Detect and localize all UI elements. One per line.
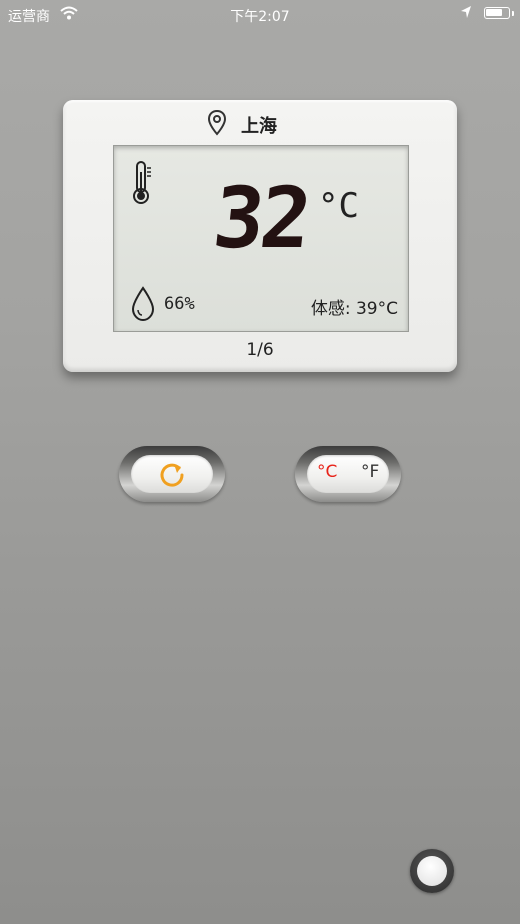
temperature-unit: °C [318, 186, 359, 226]
fahrenheit-option[interactable]: °F [361, 462, 379, 482]
battery-icon [484, 7, 510, 19]
refresh-button[interactable] [119, 446, 225, 502]
water-drop-icon [131, 286, 155, 322]
refresh-icon [160, 463, 184, 487]
lcd-display: 32 °C 66% 体感: 39°C [113, 145, 409, 332]
weather-card[interactable]: 上海 32 °C 66% 体感: 39°C 1/6 [63, 100, 457, 372]
page-indicator: 1/6 [246, 340, 274, 360]
map-pin-icon [207, 110, 227, 136]
clock: 下午2:07 [230, 9, 290, 25]
thermometer-icon [133, 161, 151, 204]
refresh-button-face[interactable] [131, 455, 213, 493]
status-bar: 运营商 下午2:07 [0, 0, 520, 28]
assistive-touch-button[interactable] [410, 849, 454, 893]
feels-like-value: 体感: 39°C [310, 299, 398, 319]
card-header: 上海 [63, 108, 457, 138]
unit-toggle[interactable]: °C °F [295, 446, 401, 502]
location-arrow-icon [461, 6, 471, 18]
battery-tip [512, 11, 514, 16]
unit-toggle-face[interactable]: °C °F [307, 455, 389, 493]
city-name: 上海 [241, 116, 277, 137]
temperature-value: 32 [208, 169, 313, 267]
celsius-option[interactable]: °C [317, 462, 337, 482]
battery-fill [486, 9, 502, 16]
assistive-touch-inner [417, 856, 447, 886]
humidity-value: 66% [164, 294, 195, 314]
